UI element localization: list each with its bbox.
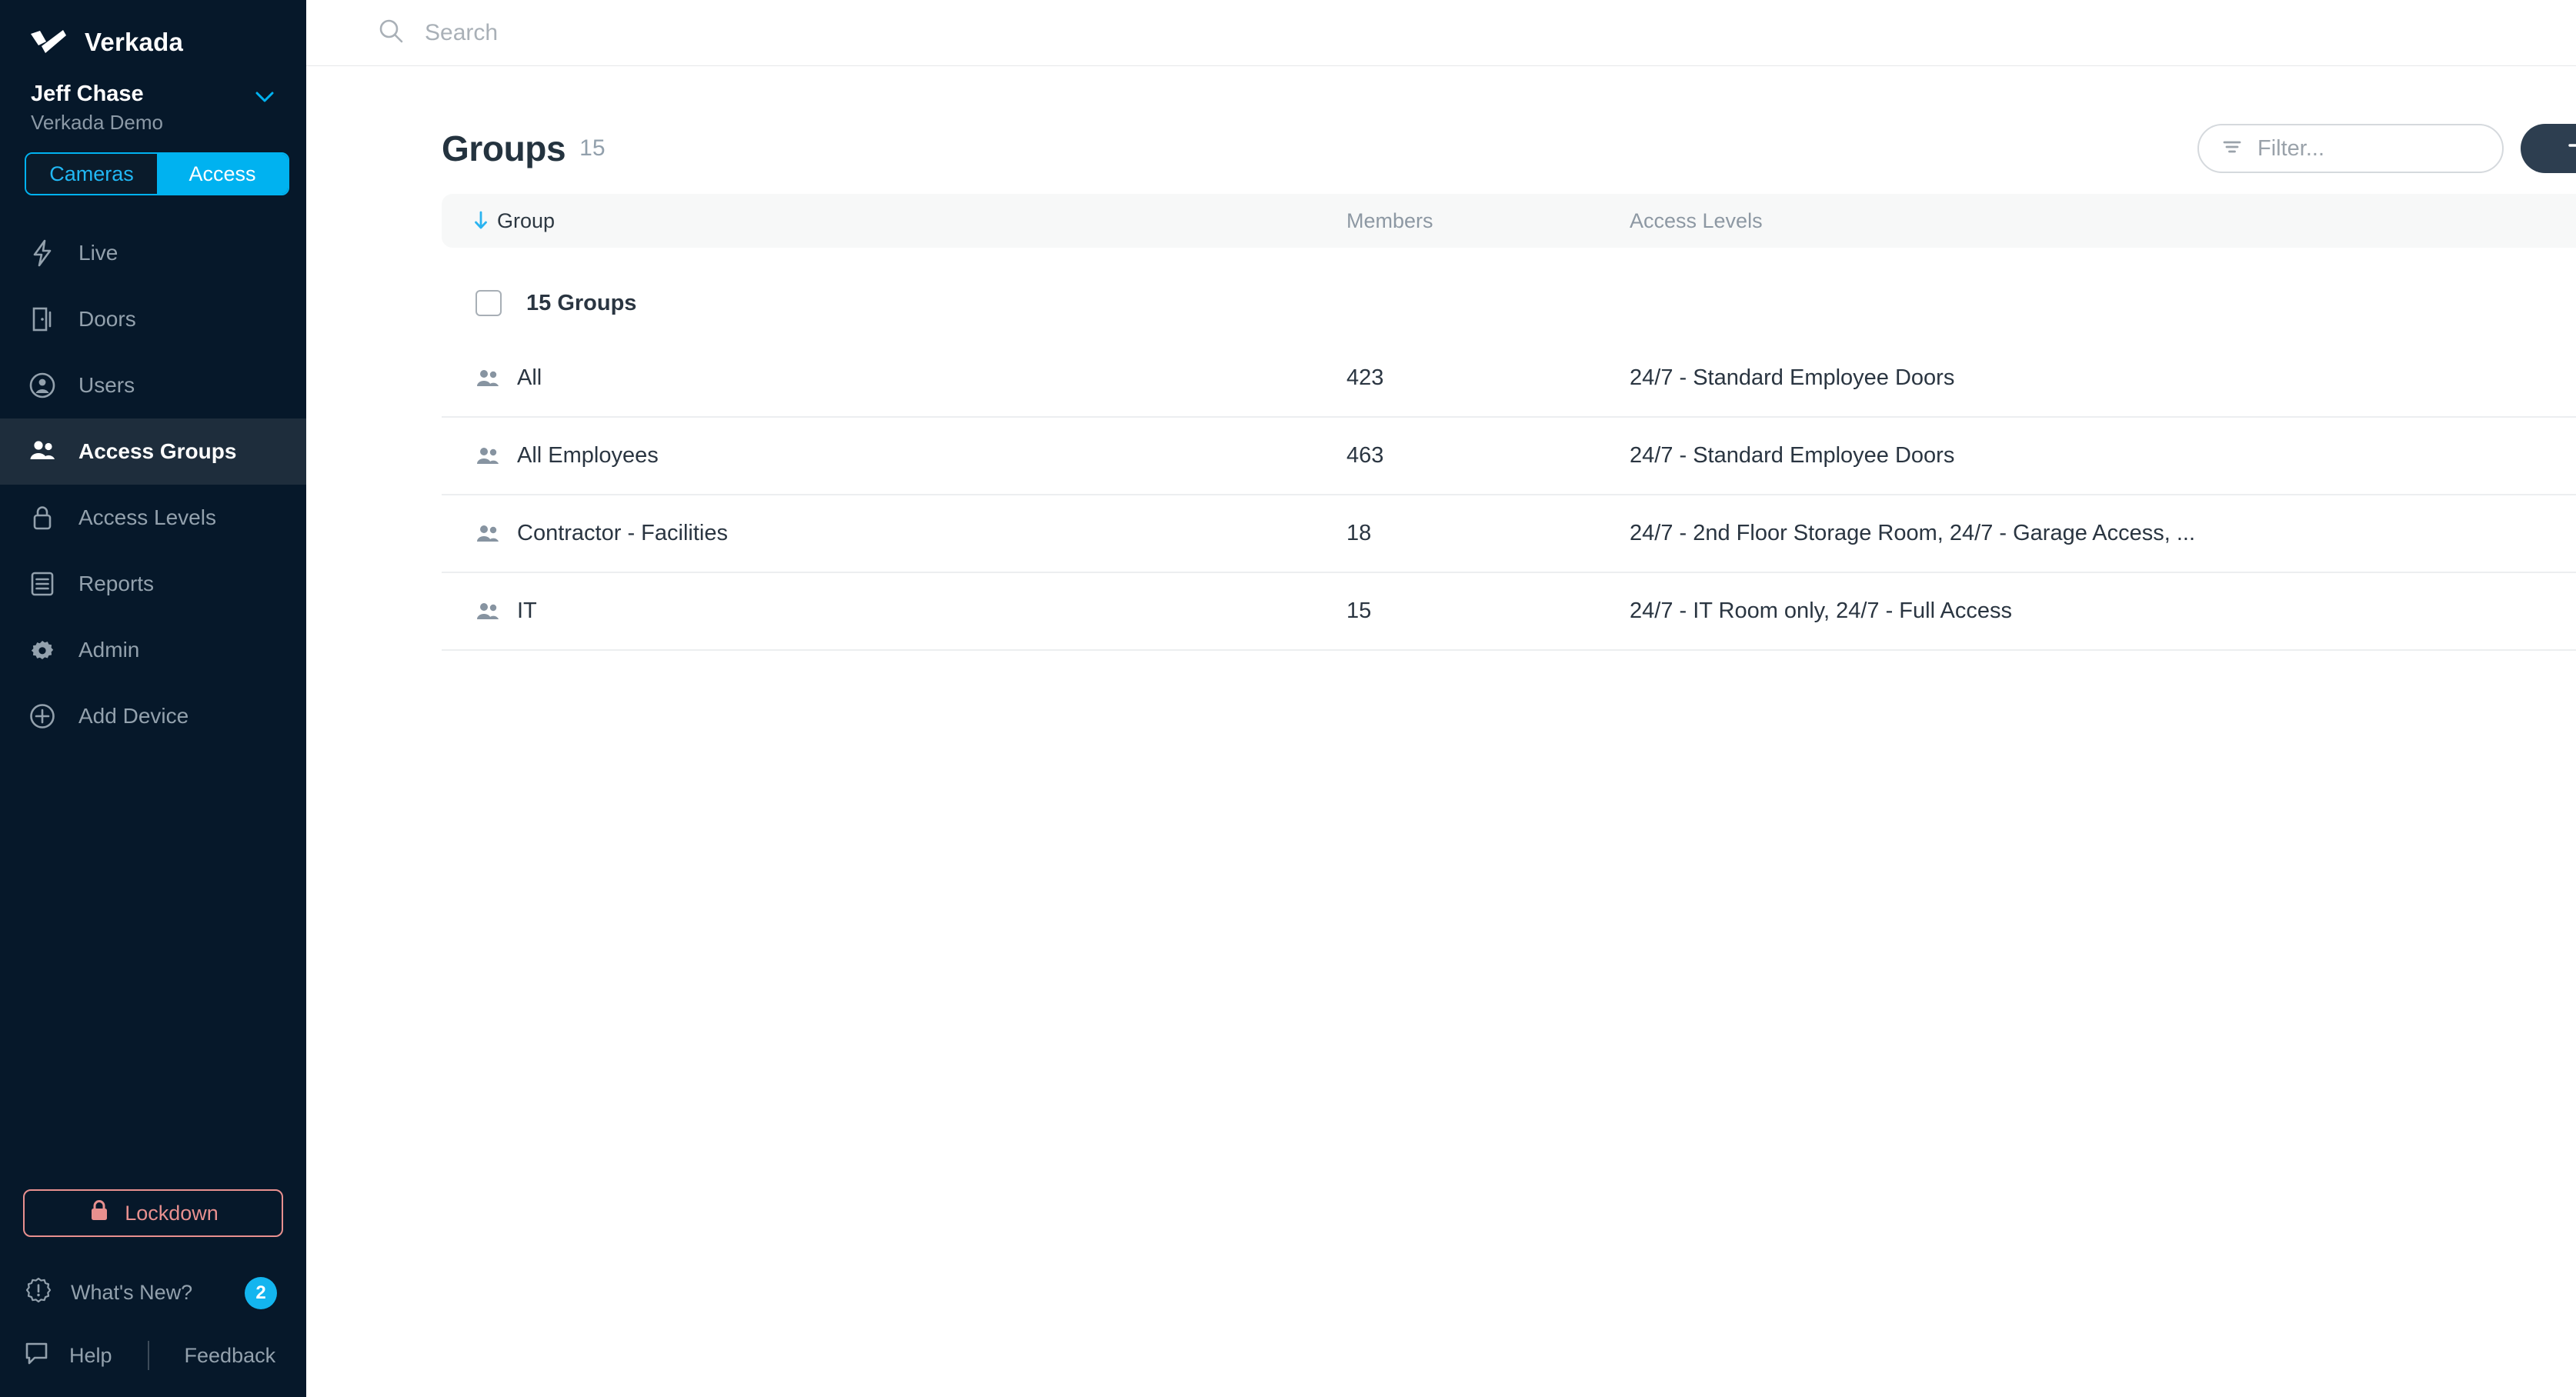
select-all-row: 15 Groups bbox=[442, 266, 2576, 340]
sidebar-item-users[interactable]: Users bbox=[0, 352, 306, 418]
brand-name: Verkada bbox=[85, 28, 183, 57]
cell-group: Contractor - Facilities bbox=[475, 521, 728, 546]
sidebar-item-doors[interactable]: Doors bbox=[0, 286, 306, 352]
product-toggle[interactable]: Cameras Access bbox=[25, 152, 289, 195]
footer-divider bbox=[148, 1341, 149, 1370]
group-name: All bbox=[517, 365, 542, 391]
gear-icon bbox=[28, 635, 57, 665]
column-header-members[interactable]: Members bbox=[1346, 209, 1433, 233]
cell-access-levels: 24/7 - 2nd Floor Storage Room, 24/7 - Ga… bbox=[1630, 521, 2195, 546]
verkada-logo-icon bbox=[29, 29, 68, 55]
sidebar-item-label: Doors bbox=[78, 307, 136, 332]
report-list-icon bbox=[28, 569, 57, 598]
sidebar-item-label: Access Levels bbox=[78, 505, 216, 530]
main-content: Search Groups 15 Filter... bbox=[306, 0, 2576, 1397]
cell-members: 463 bbox=[1346, 443, 1383, 468]
sidebar-item-add-device[interactable]: Add Device bbox=[0, 683, 306, 749]
sidebar-item-reports[interactable]: Reports bbox=[0, 551, 306, 617]
lock-icon bbox=[28, 503, 57, 532]
column-header-group-label: Group bbox=[497, 209, 555, 233]
plus-circle-icon bbox=[28, 702, 57, 731]
lockdown-button[interactable]: Lockdown bbox=[23, 1189, 283, 1237]
cell-access-levels: 24/7 - IT Room only, 24/7 - Full Access bbox=[1630, 598, 2012, 624]
user-circle-icon bbox=[28, 371, 57, 400]
filter-placeholder: Filter... bbox=[2257, 136, 2324, 162]
sidebar-nav: Live Doors bbox=[0, 220, 306, 749]
sidebar-item-label: Live bbox=[78, 241, 118, 265]
lockdown-label: Lockdown bbox=[125, 1202, 219, 1225]
group-name: IT bbox=[517, 598, 537, 624]
select-all-label: 15 Groups bbox=[526, 291, 636, 316]
lock-closed-icon bbox=[88, 1199, 111, 1229]
group-name: Contractor - Facilities bbox=[517, 521, 728, 546]
sidebar-item-access-levels[interactable]: Access Levels bbox=[0, 485, 306, 551]
sidebar-item-live[interactable]: Live bbox=[0, 220, 306, 286]
alert-badge-icon bbox=[25, 1276, 52, 1309]
search-input[interactable]: Search bbox=[425, 20, 498, 46]
chat-bubble-icon bbox=[25, 1341, 51, 1371]
cell-members: 18 bbox=[1346, 521, 1371, 546]
account-switcher[interactable]: Jeff Chase Verkada Demo bbox=[0, 66, 306, 135]
group-name: All Employees bbox=[517, 443, 659, 468]
cell-group: All bbox=[475, 365, 542, 391]
whats-new-label: What's New? bbox=[71, 1281, 192, 1305]
cell-members: 15 bbox=[1346, 598, 1371, 624]
help-feedback-row: Help Feedback bbox=[0, 1334, 306, 1377]
door-icon bbox=[28, 305, 57, 334]
table-row[interactable]: IT 15 24/7 - IT Room only, 24/7 - Full Acc… bbox=[442, 573, 2576, 651]
column-header-access-levels[interactable]: Access Levels bbox=[1630, 209, 1763, 233]
people-group-icon bbox=[475, 524, 500, 544]
people-group-icon bbox=[28, 437, 57, 466]
page-title: Groups bbox=[442, 128, 566, 169]
app-root: Verkada Jeff Chase Verkada Demo Cameras … bbox=[0, 0, 2576, 1397]
cell-group: IT bbox=[475, 598, 537, 624]
table-row[interactable]: All Employees 463 24/7 - Standard Employee… bbox=[442, 418, 2576, 495]
sidebar-footer: Lockdown What's New? 2 bbox=[0, 1189, 306, 1397]
sidebar-item-label: Admin bbox=[78, 638, 139, 662]
whats-new-badge: 2 bbox=[245, 1277, 277, 1309]
top-search-bar[interactable]: Search bbox=[306, 0, 2576, 66]
sidebar-item-label: Access Groups bbox=[78, 439, 236, 464]
filter-input[interactable]: Filter... bbox=[2197, 124, 2504, 173]
sidebar-item-label: Users bbox=[78, 373, 135, 398]
header-actions: Filter... Add... bbox=[2197, 124, 2576, 173]
people-group-icon bbox=[475, 602, 500, 622]
sidebar-item-label: Reports bbox=[78, 572, 154, 596]
toggle-cameras[interactable]: Cameras bbox=[26, 154, 157, 194]
cell-group: All Employees bbox=[475, 443, 659, 468]
cell-access-levels: 24/7 - Standard Employee Doors bbox=[1630, 443, 1954, 468]
bolt-icon bbox=[28, 238, 57, 268]
feedback-link[interactable]: Feedback bbox=[185, 1344, 276, 1368]
table-body: All42324/7 - Standard Employee DoorsAll … bbox=[442, 340, 2576, 651]
chevron-down-icon[interactable] bbox=[254, 86, 275, 108]
table-row[interactable]: All 423 24/7 - Standard Employee Doors bbox=[442, 340, 2576, 418]
groups-table: Group Members Access Levels 15 Groups Al… bbox=[306, 194, 2576, 651]
table-row[interactable]: Contractor - Facilities 18 24/7 - 2nd Floo… bbox=[442, 495, 2576, 573]
page-count: 15 bbox=[579, 135, 605, 162]
page-header: Groups 15 Filter... bbox=[306, 103, 2576, 194]
search-icon bbox=[377, 17, 405, 48]
cell-access-levels: 24/7 - Standard Employee Doors bbox=[1630, 365, 1954, 391]
arrow-down-icon bbox=[472, 210, 489, 232]
people-group-icon bbox=[475, 446, 500, 466]
account-org: Verkada Demo bbox=[31, 109, 306, 135]
whats-new-item[interactable]: What's New? 2 bbox=[0, 1269, 306, 1315]
sidebar-item-access-groups[interactable]: Access Groups bbox=[0, 418, 306, 485]
sidebar: Verkada Jeff Chase Verkada Demo Cameras … bbox=[0, 0, 306, 1397]
brand[interactable]: Verkada bbox=[0, 0, 306, 66]
sidebar-item-admin[interactable]: Admin bbox=[0, 617, 306, 683]
add-button[interactable]: Add... bbox=[2521, 124, 2576, 173]
help-link[interactable]: Help bbox=[69, 1344, 112, 1368]
filter-icon bbox=[2221, 135, 2244, 162]
cell-members: 423 bbox=[1346, 365, 1383, 391]
toggle-access[interactable]: Access bbox=[157, 154, 288, 194]
sidebar-item-label: Add Device bbox=[78, 704, 189, 729]
plus-icon bbox=[2567, 135, 2576, 162]
table-header-row: Group Members Access Levels bbox=[442, 194, 2576, 248]
select-all-checkbox[interactable] bbox=[475, 290, 502, 316]
people-group-icon bbox=[475, 368, 500, 388]
column-header-group[interactable]: Group bbox=[472, 209, 555, 233]
